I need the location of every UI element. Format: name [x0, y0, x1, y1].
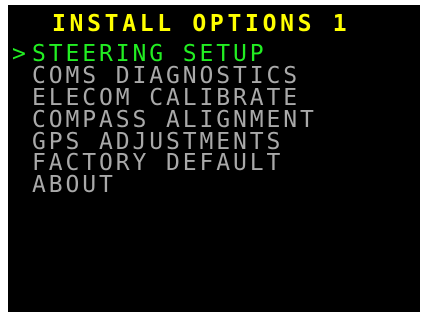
display-screen: INSTALL OPTIONS 1 > STEERING SETUP COMS … [8, 5, 420, 312]
install-options-menu: > STEERING SETUP COMS DIAGNOSTICS ELECOM… [8, 41, 317, 199]
menu-item-label: ELECOM CALIBRATE [32, 84, 300, 111]
menu-item-label: ABOUT [32, 172, 116, 199]
menu-item-label: COMPASS ALIGNMENT [32, 106, 317, 133]
screen-title: INSTALL OPTIONS 1 [52, 11, 351, 37]
menu-item-compass-alignment[interactable]: COMPASS ALIGNMENT [8, 106, 317, 133]
selection-cursor-icon: > [12, 41, 26, 68]
menu-item-about[interactable]: ABOUT [8, 172, 317, 199]
